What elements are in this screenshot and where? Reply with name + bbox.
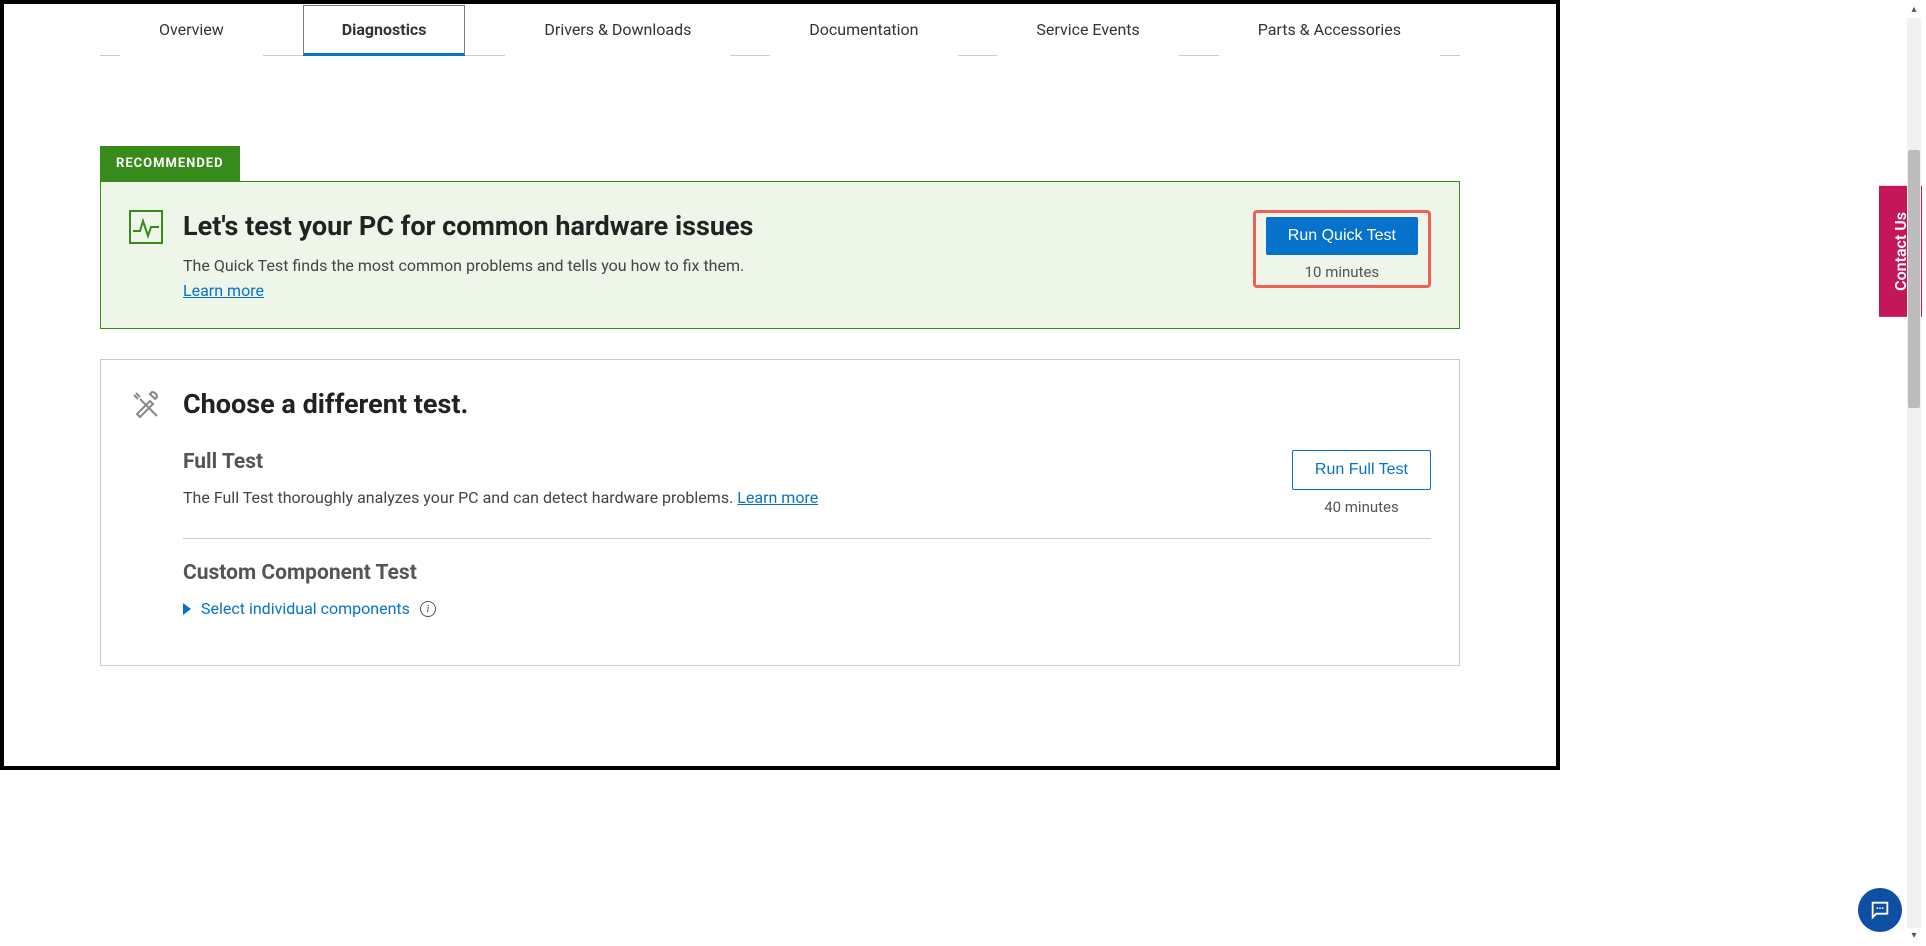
tab-service-events[interactable]: Service Events	[997, 5, 1178, 56]
tab-drivers-downloads[interactable]: Drivers & Downloads	[505, 5, 730, 56]
full-test-duration: 40 minutes	[1292, 498, 1431, 516]
scroll-up-arrow[interactable]: ▴	[1907, 4, 1921, 16]
select-components-label: Select individual components	[201, 599, 410, 618]
tab-overview[interactable]: Overview	[120, 5, 263, 56]
recommended-badge: RECOMMENDED	[100, 146, 240, 181]
select-components-toggle[interactable]: Select individual components i	[183, 599, 436, 618]
run-full-test-button[interactable]: Run Full Test	[1292, 450, 1431, 490]
tab-documentation[interactable]: Documentation	[770, 5, 957, 56]
tab-navigation: Overview Diagnostics Drivers & Downloads…	[100, 4, 1460, 56]
quick-test-duration: 10 minutes	[1266, 263, 1418, 281]
scrollbar-thumb[interactable]	[1908, 150, 1920, 408]
custom-test-block: Custom Component Test Select individual …	[183, 561, 1431, 641]
full-test-name: Full Test	[183, 450, 1292, 474]
recommended-title: Let's test your PC for common hardware i…	[183, 210, 1233, 242]
custom-test-name: Custom Component Test	[183, 561, 1431, 585]
run-quick-test-button[interactable]: Run Quick Test	[1266, 217, 1418, 255]
heartbeat-icon	[129, 210, 163, 248]
other-tests-panel: Choose a different test. Full Test The F…	[100, 359, 1460, 666]
info-icon[interactable]: i	[420, 601, 436, 617]
recommended-learn-more-link[interactable]: Learn more	[183, 281, 264, 300]
scrollbar-track[interactable]	[1907, 18, 1921, 928]
caret-right-icon	[183, 603, 191, 615]
recommended-panel: Let's test your PC for common hardware i…	[100, 181, 1460, 329]
scroll-down-arrow[interactable]: ▾	[1907, 930, 1921, 942]
run-quick-test-highlight: Run Quick Test 10 minutes	[1253, 210, 1431, 288]
tools-icon	[129, 388, 163, 426]
other-tests-title: Choose a different test.	[183, 388, 1431, 420]
recommended-description: The Quick Test finds the most common pro…	[183, 256, 1233, 275]
chat-fab-button[interactable]	[1858, 888, 1902, 932]
tab-parts-accessories[interactable]: Parts & Accessories	[1219, 5, 1440, 56]
recommended-body: Let's test your PC for common hardware i…	[183, 210, 1233, 300]
full-test-description: The Full Test thoroughly analyzes your P…	[183, 488, 1292, 507]
full-test-learn-more-link[interactable]: Learn more	[737, 488, 818, 507]
other-tests-body: Choose a different test. Full Test The F…	[183, 388, 1431, 641]
chat-icon	[1869, 899, 1891, 921]
page-viewport: Overview Diagnostics Drivers & Downloads…	[4, 4, 1556, 766]
tab-diagnostics[interactable]: Diagnostics	[303, 5, 466, 56]
full-test-desc-text: The Full Test thoroughly analyzes your P…	[183, 488, 737, 507]
full-test-block: Full Test The Full Test thoroughly analy…	[183, 450, 1431, 539]
